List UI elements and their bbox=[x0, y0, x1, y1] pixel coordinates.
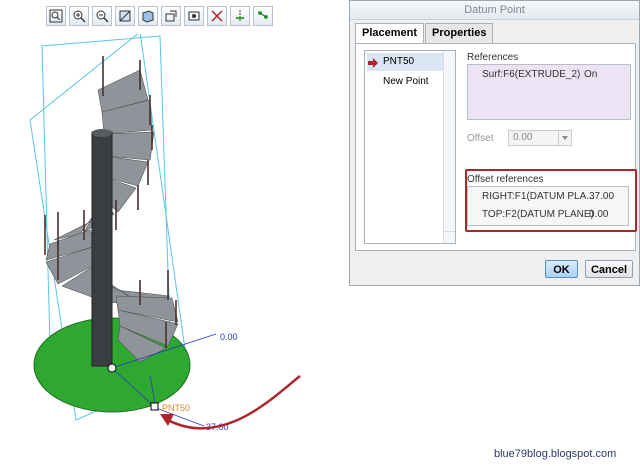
model-viewport[interactable]: 0.00 37.00 PNT50 bbox=[0, 34, 345, 466]
highlight-frame bbox=[465, 169, 637, 232]
repaint-icon bbox=[119, 10, 131, 22]
datum-points-button[interactable] bbox=[253, 6, 273, 26]
view-toolbar bbox=[46, 6, 284, 30]
datum-axes-button[interactable] bbox=[230, 6, 250, 26]
tab-placement[interactable]: Placement bbox=[355, 23, 425, 44]
datum-axes-icon bbox=[236, 10, 244, 22]
watermark: blue79blog.blogspot.com bbox=[494, 448, 617, 460]
saved-views-button[interactable] bbox=[161, 6, 181, 26]
datum-points-icon bbox=[258, 11, 268, 19]
datum-planes-button[interactable] bbox=[207, 6, 227, 26]
dialog-title[interactable]: Datum Point bbox=[350, 1, 639, 20]
datum-planes-icon bbox=[211, 10, 223, 22]
placement-panel: PNT50 New Point References Surf:F6(EXTRU… bbox=[355, 43, 637, 251]
point-name: PNT50 bbox=[383, 56, 415, 67]
datum-point-dialog: Datum Point Placement Properties PNT50 N… bbox=[349, 0, 640, 286]
ok-button[interactable]: OK bbox=[545, 260, 578, 278]
list-item-pnt50[interactable]: PNT50 bbox=[367, 53, 453, 71]
saved-views-icon bbox=[165, 10, 177, 22]
references-label: References bbox=[467, 52, 519, 63]
reference-surface[interactable]: Surf:F6(EXTRUDE_2) bbox=[482, 69, 580, 80]
offset-field[interactable]: 0.00 bbox=[508, 130, 572, 146]
origin-marker bbox=[107, 363, 117, 373]
shade-icon bbox=[142, 10, 154, 23]
zoom-out-icon bbox=[96, 10, 109, 23]
shade-button[interactable] bbox=[138, 6, 158, 26]
annotation-arrowhead bbox=[160, 414, 174, 426]
point-handle[interactable] bbox=[150, 402, 159, 411]
reference-constraint[interactable]: On bbox=[584, 69, 597, 80]
chevron-down-icon[interactable] bbox=[558, 131, 571, 145]
offset-label: Offset bbox=[467, 133, 494, 144]
zoom-in-icon bbox=[73, 10, 86, 23]
list-item-new-point[interactable]: New Point bbox=[365, 73, 455, 91]
point-list-scrollbar[interactable] bbox=[443, 51, 455, 243]
tab-properties[interactable]: Properties bbox=[425, 23, 494, 43]
point-list: PNT50 New Point bbox=[364, 50, 456, 244]
cancel-button[interactable]: Cancel bbox=[585, 260, 633, 278]
layers-button[interactable] bbox=[184, 6, 204, 26]
dialog-tabs: Placement Properties bbox=[355, 23, 494, 44]
layers-icon bbox=[188, 11, 200, 21]
central-column bbox=[91, 131, 113, 367]
offset-value: 0.00 bbox=[513, 132, 533, 143]
point-label: PNT50 bbox=[162, 403, 190, 413]
references-list[interactable]: Surf:F6(EXTRUDE_2) On bbox=[467, 64, 631, 120]
zoom-in-button[interactable] bbox=[69, 6, 89, 26]
repaint-button[interactable] bbox=[115, 6, 135, 26]
zoom-fit-icon bbox=[49, 9, 63, 23]
dim-top-label[interactable]: 0.00 bbox=[220, 332, 238, 342]
zoom-fit-button[interactable] bbox=[46, 6, 66, 26]
zoom-out-button[interactable] bbox=[92, 6, 112, 26]
